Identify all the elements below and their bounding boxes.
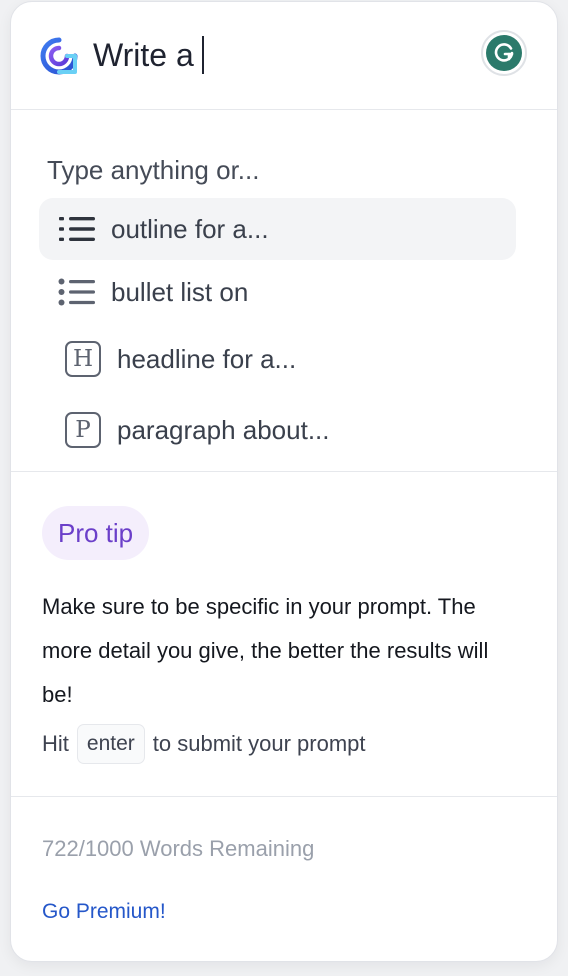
- outline-list-icon: [55, 207, 99, 251]
- g-letter-icon: [494, 43, 514, 62]
- enter-hint: Hit enter to submit your prompt: [42, 723, 366, 765]
- bullet-list-icon: [55, 270, 99, 314]
- suggestion-outline[interactable]: outline for a...: [39, 198, 516, 260]
- enter-key-badge: enter: [76, 724, 145, 764]
- suggestion-label: paragraph about...: [117, 414, 330, 445]
- text-caret: [201, 36, 204, 74]
- suggestion-headline[interactable]: H headline for a...: [39, 328, 516, 390]
- pro-tip-text: Make sure to be specific in your prompt.…: [42, 594, 489, 707]
- suggestion-label: bullet list on: [111, 276, 249, 307]
- suggestion-bullet-list[interactable]: bullet list on: [39, 261, 516, 323]
- headline-h-icon: H: [61, 337, 105, 381]
- suggestion-paragraph[interactable]: P paragraph about...: [39, 399, 516, 461]
- grammarly-g-icon[interactable]: [481, 30, 527, 76]
- usage-footer: 722/1000 Words Remaining Go Premium!: [11, 798, 557, 961]
- avatar-circle: [486, 35, 522, 71]
- pro-tip-section: Pro tip Make sure to be specific in your…: [11, 473, 557, 797]
- suggestion-label: outline for a...: [111, 213, 269, 244]
- words-remaining-counter: 722/1000 Words Remaining: [42, 836, 315, 861]
- enter-hint-prefix: Hit: [42, 731, 69, 756]
- paragraph-p-glyph: P: [65, 412, 101, 448]
- writer-logo-icon: [39, 36, 79, 76]
- prompt-input-value: Write a: [93, 37, 194, 73]
- go-premium-link[interactable]: Go Premium!: [42, 900, 166, 924]
- enter-hint-suffix: to submit your prompt: [152, 731, 366, 756]
- headline-h-glyph: H: [65, 341, 101, 377]
- prompt-input[interactable]: Write a: [93, 32, 204, 78]
- pro-tip-badge: Pro tip: [42, 506, 150, 560]
- suggestion-label: headline for a...: [117, 343, 297, 374]
- suggestions-section: Type anything or... outline for a... bul…: [11, 111, 557, 472]
- ai-writer-panel: Write a Type anything or... outline for …: [10, 1, 558, 962]
- suggestions-heading: Type anything or...: [47, 155, 260, 185]
- prompt-header: Write a: [11, 2, 557, 110]
- paragraph-p-icon: P: [61, 408, 105, 452]
